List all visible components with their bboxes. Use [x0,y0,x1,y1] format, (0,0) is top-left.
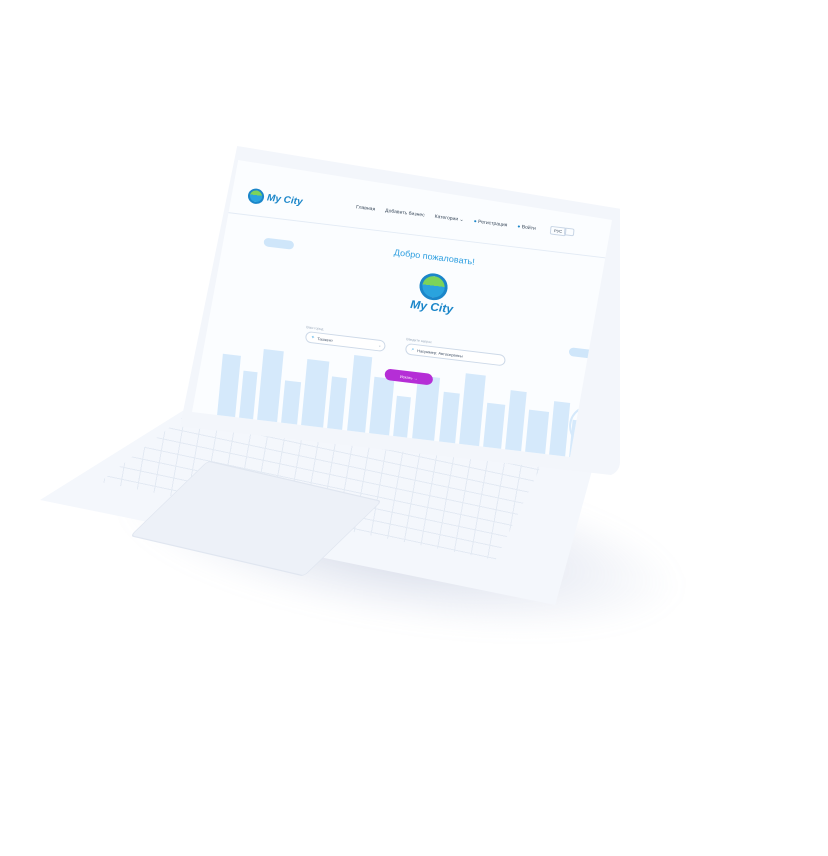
search-placeholder: Например: Автосервисы [417,347,464,358]
city-value: Ташкент [317,335,334,343]
header-logo[interactable]: My City [247,187,304,210]
nav-item-categories[interactable]: Категории ⌄ [434,214,464,223]
chevron-down-icon: ⌄ [377,342,382,348]
login-label: Войти [521,224,537,232]
logo-icon [418,271,449,302]
logo-text: My City [266,192,304,208]
user-icon: ● [473,218,477,225]
register-link[interactable]: ● Регистрация [473,219,507,229]
logo-icon [247,187,265,205]
nav-item-add-business[interactable]: Добавить бизнес [385,208,425,218]
login-link[interactable]: ● Войти [517,224,536,232]
chevron-down-icon: ⌄ [459,216,464,224]
nav-item-home[interactable]: Главная [356,204,376,212]
user-icon: ● [517,223,521,230]
hero-logo: My City [391,269,475,319]
search-icon: ⌕ [411,346,415,353]
website-page: My City Главная Добавить бизнес Категори… [203,172,612,457]
location-pin-icon: ⌖ [311,334,315,341]
menu-icon[interactable] [563,227,575,237]
main-nav: Главная Добавить бизнес Категории ⌄ ● Ре… [356,204,536,231]
register-label: Регистрация [477,219,508,229]
nav-item-categories-label: Категории [434,213,459,223]
